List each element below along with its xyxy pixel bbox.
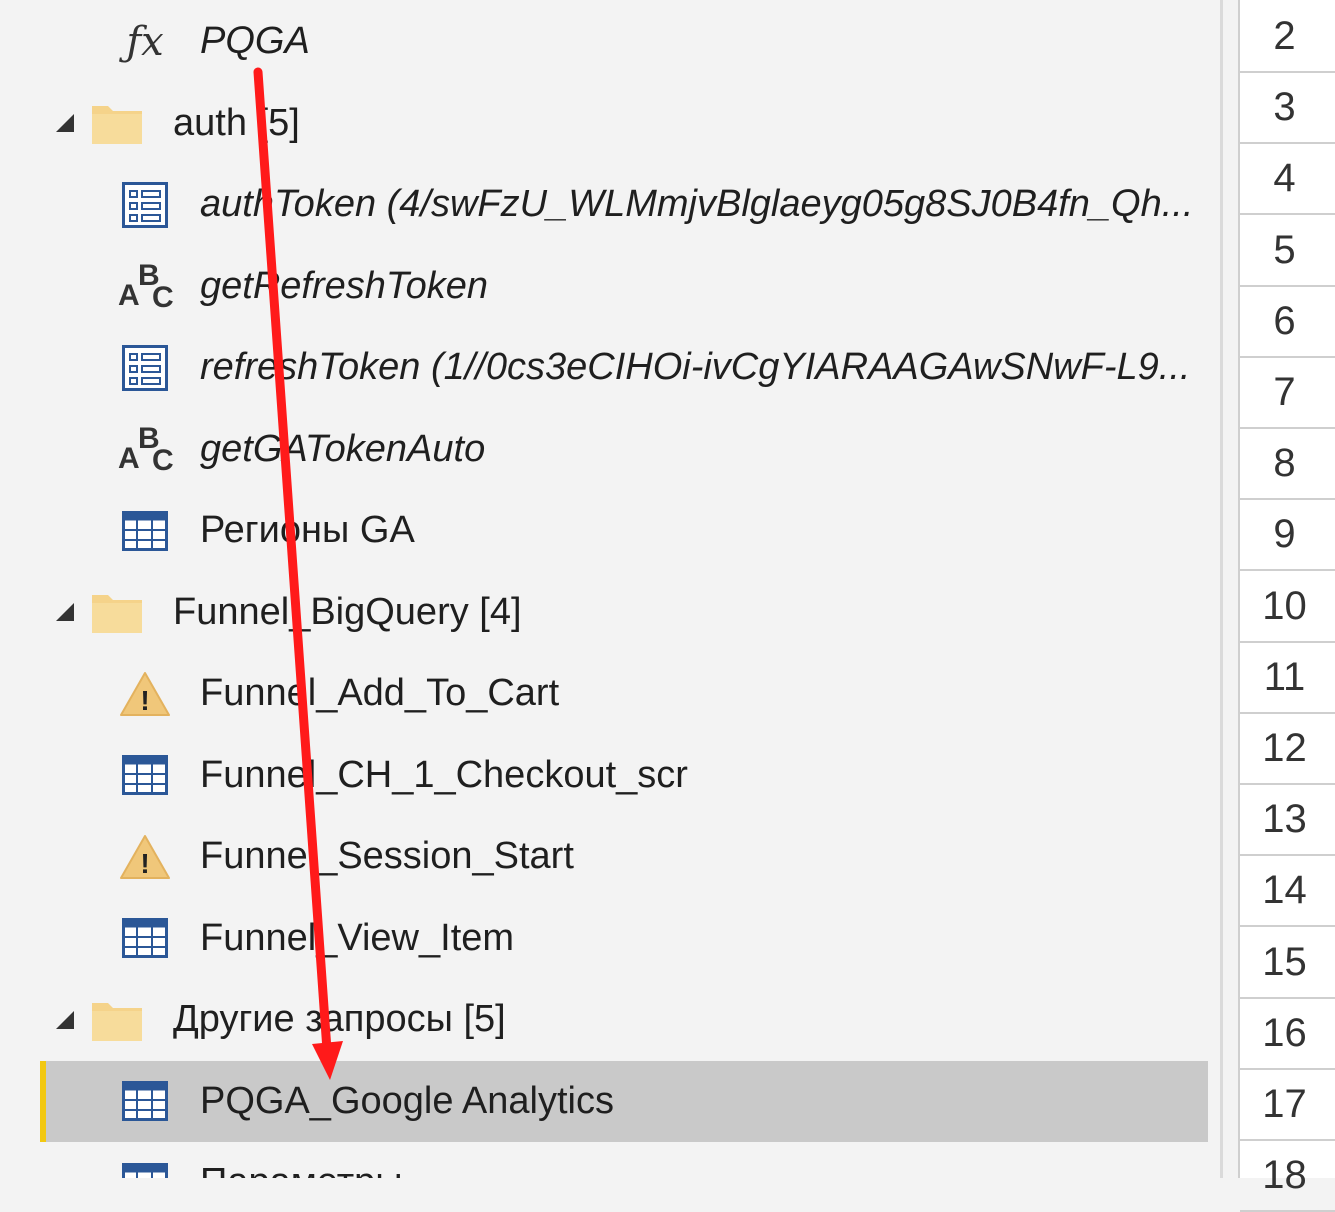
line-number: 17: [1240, 1070, 1335, 1141]
query-item[interactable]: ! Funnel_Session_Start: [0, 816, 1220, 897]
query-label: getGATokenAuto: [200, 427, 486, 470]
folder-label: auth [5]: [173, 101, 300, 144]
line-number: 16: [1240, 999, 1335, 1070]
collapse-caret-icon[interactable]: [52, 599, 78, 625]
line-number: 4: [1240, 144, 1335, 216]
query-item[interactable]: Регионы GA: [0, 490, 1220, 571]
line-number: 13: [1240, 785, 1335, 857]
queries-pane: ƒx PQGA auth [5] authToken (4/swFzU_WLMmjvB…: [0, 0, 1220, 1178]
query-label: refreshToken (1//0cs3eCIHOi-ivCgYIARAAGA…: [200, 346, 1191, 388]
svg-text:!: !: [140, 685, 149, 716]
table-icon: [118, 748, 172, 802]
line-number: 2: [1240, 2, 1335, 73]
list-icon: [118, 178, 172, 232]
query-label: PQGA: [200, 20, 310, 62]
line-number-gutter: 2 3 4 5 6 7 8 9 10 11 12 13 14 15 16 17 18: [1238, 0, 1335, 1212]
query-label: Регионы GA: [200, 509, 415, 551]
line-number: 6: [1240, 287, 1335, 358]
query-label: Funnel_Add_To_Cart: [200, 672, 560, 714]
query-item[interactable]: ƒx PQGA: [0, 1, 1220, 82]
line-number: 14: [1240, 856, 1335, 928]
line-number: 5: [1240, 216, 1335, 287]
line-number: 8: [1240, 429, 1335, 501]
query-label: Funnel_View_Item: [200, 916, 515, 959]
table-icon: [118, 1074, 172, 1128]
query-item[interactable]: Параметры: [0, 1142, 1220, 1178]
svg-text:!: !: [140, 848, 149, 879]
query-group-folder[interactable]: auth [5]: [0, 83, 1220, 164]
query-item[interactable]: A B C getGATokenAuto: [0, 409, 1220, 490]
line-number: 10: [1240, 572, 1335, 643]
folder-icon: [90, 100, 144, 146]
query-group-folder[interactable]: Funnel_BigQuery [4]: [0, 572, 1220, 653]
warning-icon: !: [118, 830, 172, 884]
line-number: 9: [1240, 500, 1335, 572]
query-label: getRefreshToken: [200, 264, 489, 307]
pane-splitter[interactable]: [1220, 0, 1223, 1178]
folder-label: Другие запросы [5]: [173, 998, 506, 1040]
query-item-selected[interactable]: PQGA_Google Analytics: [0, 1060, 1220, 1142]
folder-icon: [90, 589, 144, 635]
folder-label: Funnel_BigQuery [4]: [173, 590, 522, 633]
query-item[interactable]: Funnel_View_Item: [0, 898, 1220, 979]
query-item[interactable]: authToken (4/swFzU_WLMmjvBlglaeyg05g8SJ0…: [0, 164, 1220, 245]
collapse-caret-icon[interactable]: [52, 110, 78, 136]
query-label: authToken (4/swFzU_WLMmjvBlglaeyg05g8SJ0…: [200, 183, 1194, 225]
line-number: 7: [1240, 358, 1335, 429]
line-number: 15: [1240, 928, 1335, 999]
line-number: 11: [1240, 643, 1335, 714]
table-icon: [118, 504, 172, 558]
line-number: 3: [1240, 73, 1335, 145]
query-item[interactable]: Funnel_CH_1_Checkout_scr: [0, 735, 1220, 816]
query-item[interactable]: refreshToken (1//0cs3eCIHOi-ivCgYIARAAGA…: [0, 327, 1220, 408]
query-item[interactable]: A B C getRefreshToken: [0, 246, 1220, 327]
query-item[interactable]: ! Funnel_Add_To_Cart: [0, 653, 1220, 734]
text-value-icon: ABC: [118, 422, 174, 477]
line-number: 18: [1240, 1141, 1335, 1212]
folder-icon: [90, 997, 144, 1043]
list-icon: [118, 341, 172, 395]
query-label: Funnel_Session_Start: [200, 835, 574, 877]
query-label: PQGA_Google Analytics: [200, 1079, 614, 1122]
query-label: Funnel_CH_1_Checkout_scr: [200, 753, 688, 796]
function-icon: ƒx: [126, 18, 164, 65]
text-value-icon: ABC: [118, 259, 174, 314]
collapse-caret-icon[interactable]: [52, 1007, 78, 1033]
query-group-folder[interactable]: Другие запросы [5]: [0, 979, 1220, 1060]
warning-icon: !: [118, 667, 172, 721]
table-icon: [118, 911, 172, 965]
table-icon: [118, 1156, 172, 1178]
query-label: Параметры: [200, 1161, 403, 1178]
line-number: 12: [1240, 714, 1335, 785]
